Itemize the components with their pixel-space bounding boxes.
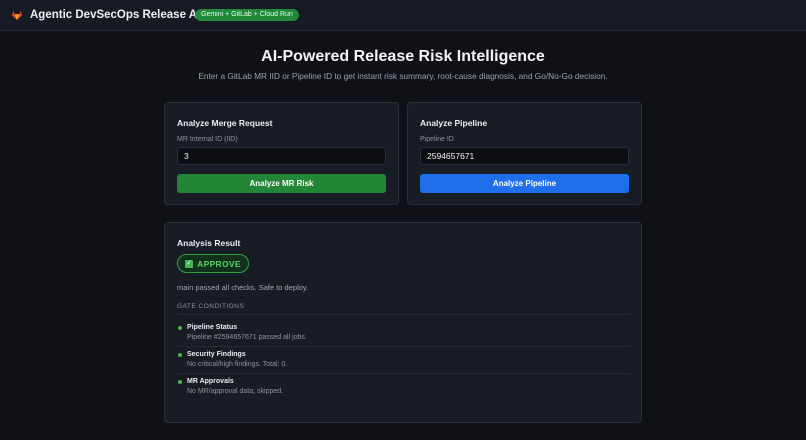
divider — [177, 314, 631, 315]
pipeline-card-title: Analyze Pipeline — [420, 118, 488, 128]
gate-name: Security Findings — [187, 351, 246, 358]
gate-detail: Pipeline #2594657671 passed all jobs. — [187, 334, 307, 341]
mr-iid-label: MR Internal ID (IID) — [177, 136, 238, 143]
merge-request-card-title: Analyze Merge Request — [177, 118, 273, 128]
tech-stack-badge: Gemini + GitLab + Cloud Run — [195, 9, 299, 21]
gate-name: MR Approvals — [187, 378, 234, 385]
gitlab-fox-icon — [12, 10, 22, 20]
divider — [177, 373, 631, 374]
pipeline-id-input[interactable] — [420, 147, 629, 165]
gate-detail: No MR/approval data; skipped. — [187, 388, 284, 395]
analyze-pipeline-button[interactable]: Analyze Pipeline — [420, 174, 629, 193]
pass-status-dot-icon — [178, 353, 182, 357]
result-summary: main passed all checks. Safe to deploy. — [177, 283, 309, 292]
pass-status-dot-icon — [178, 380, 182, 384]
gate-detail: No critical/high findings. Total: 0. — [187, 361, 288, 368]
verdict-badge: ✓ APPROVE — [177, 254, 249, 273]
pipeline-card: Analyze Pipeline Pipeline ID Analyze Pip… — [407, 102, 642, 205]
page-subtitle: Enter a GitLab MR IID or Pipeline ID to … — [198, 71, 608, 81]
check-icon: ✓ — [185, 259, 194, 268]
analysis-result-title: Analysis Result — [177, 238, 241, 248]
mr-iid-input[interactable] — [177, 147, 386, 165]
divider — [177, 346, 631, 347]
analysis-result-card: Analysis Result ✓ APPROVE main passed al… — [164, 222, 642, 423]
analyze-mr-risk-button[interactable]: Analyze MR Risk — [177, 174, 386, 193]
verdict-label: APPROVE — [197, 258, 241, 269]
page-title: AI-Powered Release Risk Intelligence — [261, 48, 545, 65]
pipeline-id-label: Pipeline ID — [420, 136, 454, 143]
top-bar: Agentic DevSecOps Release Assistant Gemi… — [0, 0, 806, 31]
gate-conditions-heading: GATE CONDITIONS — [177, 303, 245, 310]
pass-status-dot-icon — [178, 326, 182, 330]
merge-request-card: Analyze Merge Request MR Internal ID (II… — [164, 102, 399, 205]
gate-name: Pipeline Status — [187, 324, 238, 331]
